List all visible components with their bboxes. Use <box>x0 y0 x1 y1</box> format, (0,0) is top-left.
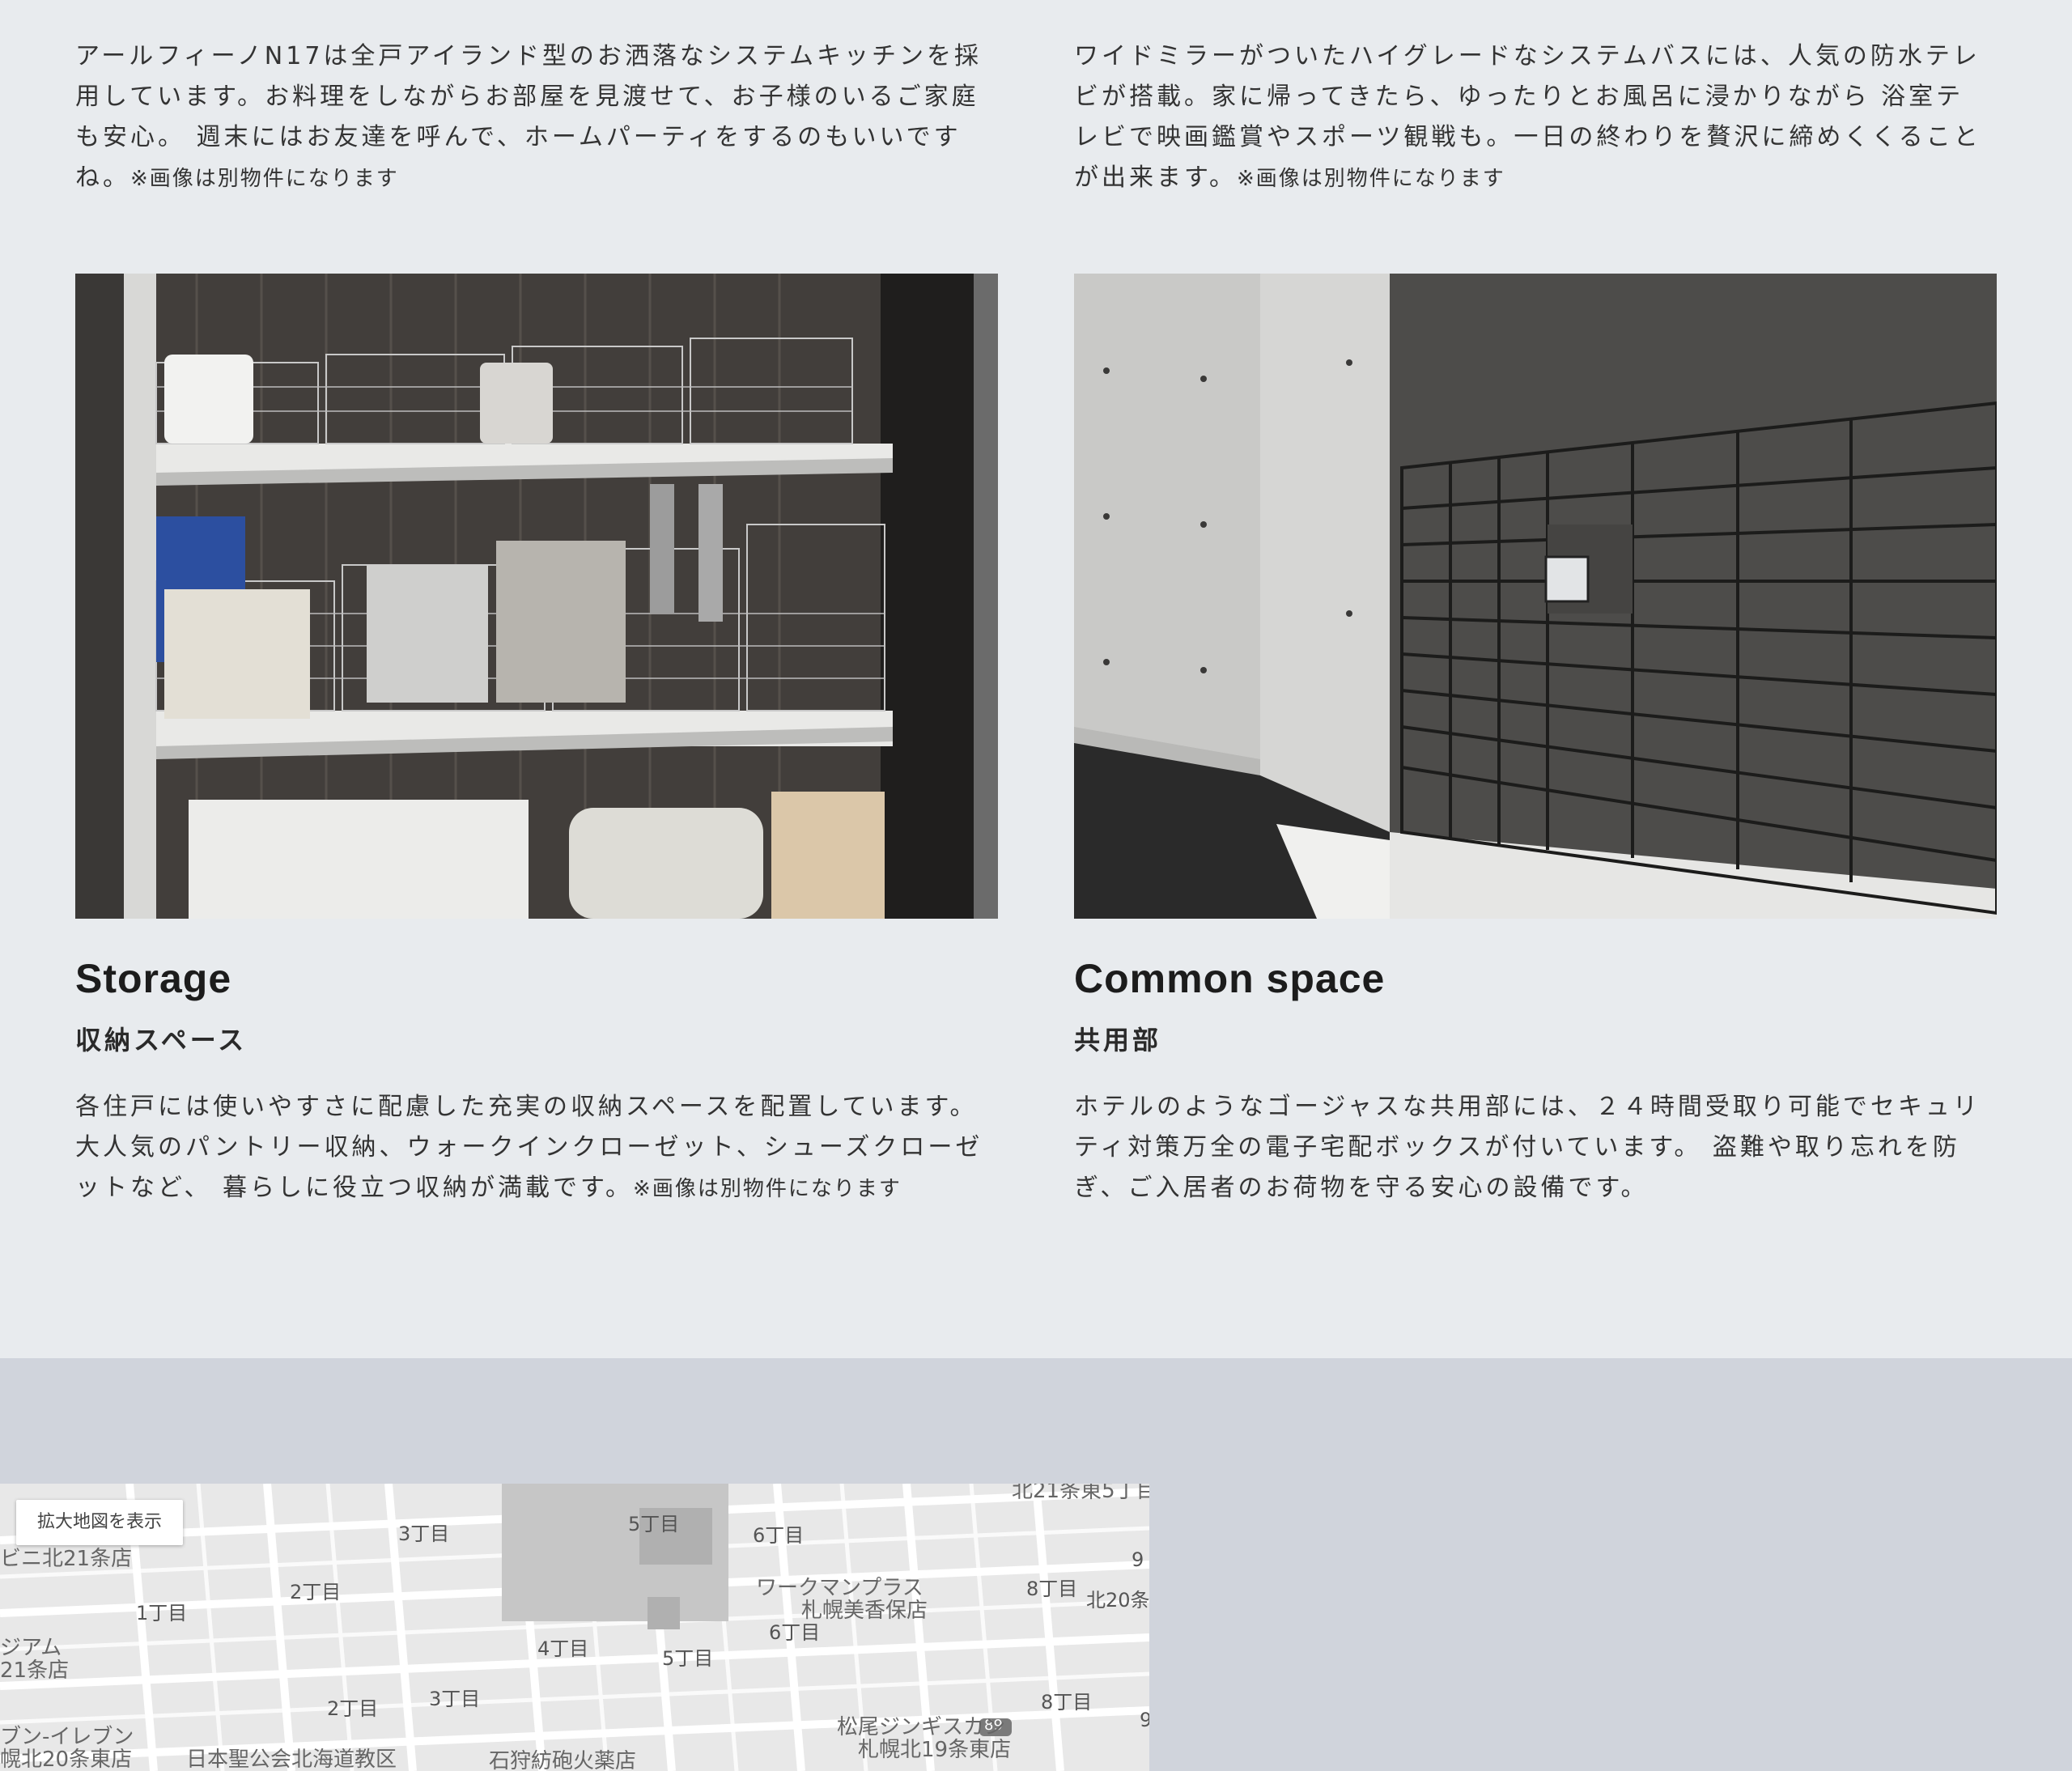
map-poi-museum-branch[interactable]: 21条店 <box>0 1654 69 1684</box>
map-label-9: 9 <box>1132 1548 1144 1571</box>
storage-note: ※画像は別物件になります <box>633 1177 902 1201</box>
common-space-description: ホテルのようなゴージャスな共用部には、２４時間受取り可能でセキュリティ対策万全の… <box>1074 1087 1989 1208</box>
bath-note: ※画像は別物件になります <box>1237 167 1505 191</box>
map-poi-workman-branch[interactable]: 札幌美香保店 <box>801 1594 928 1624</box>
map-label-2chome: 2丁目 <box>290 1581 342 1603</box>
common-space-description-text: ホテルのようなゴージャスな共用部には、２４時間受取り可能でセキュリティ対策万全の… <box>1074 1093 1981 1202</box>
map-section: 3丁目 5丁目 6丁目 2丁目 1丁目 4丁目 5丁目 6丁目 8丁目 8丁目 … <box>0 1358 2072 1771</box>
map-poi-kita21-higashi[interactable]: 北21条東5丁目 <box>1012 1484 1149 1504</box>
map-label-9-2: 9 <box>1140 1709 1149 1731</box>
map-label-1chome: 1丁目 <box>136 1602 188 1624</box>
map-label-6chome: 6丁目 <box>753 1524 805 1547</box>
kitchen-description: アールフィーノN17は全戸アイランド型のお洒落なシステムキッチンを採用しています… <box>75 36 990 199</box>
common-space-image <box>1074 274 1997 919</box>
storage-title: Storage <box>75 956 232 1001</box>
map-label-4chome: 4丁目 <box>537 1637 589 1660</box>
common-space-subtitle: 共用部 <box>1074 1025 1162 1055</box>
map-poi-gunpowder-shop[interactable]: 石狩紡砲火薬店 <box>489 1744 636 1771</box>
map-label-kita20jo: 北20条 <box>1086 1589 1149 1612</box>
map-label-3chome: 3丁目 <box>398 1523 450 1545</box>
enlarge-map-button[interactable]: 拡大地図を表示 <box>16 1500 184 1545</box>
map-label-3chome-2: 3丁目 <box>429 1688 481 1710</box>
storage-subtitle: 収納スペース <box>75 1025 248 1055</box>
map-poi-church[interactable]: 日本聖公会北海道教区 <box>186 1743 397 1771</box>
bath-description-text: ワイドミラーがついたハイグレードなシステムバスには、人気の防水テレビが搭載。家に… <box>1074 42 1981 192</box>
map-label-2chome-2: 2丁目 <box>327 1697 379 1720</box>
map-poi-jingisukan-branch[interactable]: 札幌北19条東店 <box>858 1733 1011 1763</box>
map-label-8chome-2: 8丁目 <box>1041 1691 1093 1714</box>
embedded-map[interactable]: 3丁目 5丁目 6丁目 2丁目 1丁目 4丁目 5丁目 6丁目 8丁目 8丁目 … <box>0 1484 1149 1771</box>
kitchen-note: ※画像は別物件になります <box>130 167 399 191</box>
storage-description: 各住戸には使いやすさに配慮した充実の収納スペースを配置しています。大人気のパント… <box>75 1087 990 1209</box>
bath-description: ワイドミラーがついたハイグレードなシステムバスには、人気の防水テレビが搭載。家に… <box>1074 36 1989 199</box>
map-label-5chome-2: 5丁目 <box>662 1647 714 1670</box>
map-poi-seven-eleven-branch[interactable]: 幌北20条東店 <box>0 1743 132 1771</box>
map-label-5chome: 5丁目 <box>628 1513 680 1535</box>
map-poi-convenience-kita21[interactable]: ビニ北21条店 <box>0 1542 132 1572</box>
storage-image <box>75 274 998 919</box>
page: アールフィーノN17は全戸アイランド型のお洒落なシステムキッチンを採用しています… <box>0 0 2072 1771</box>
common-space-title: Common space <box>1074 956 1386 1001</box>
map-label-8chome: 8丁目 <box>1026 1578 1078 1600</box>
